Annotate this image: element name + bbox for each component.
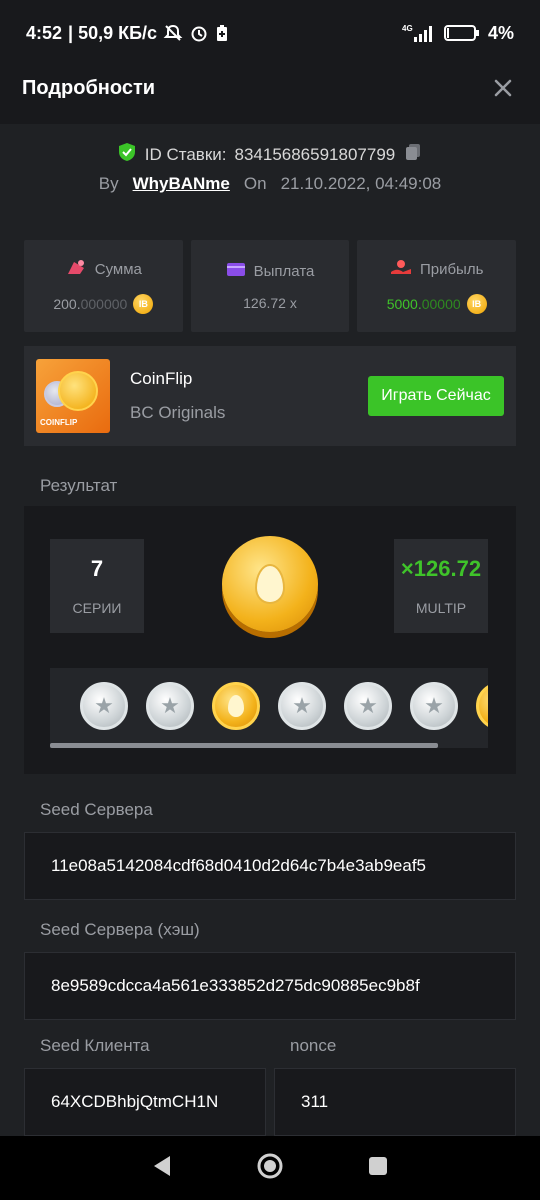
battery-saver-icon xyxy=(215,23,229,43)
hand-coin-icon xyxy=(390,258,412,280)
copy-icon[interactable] xyxy=(403,142,423,167)
battery-icon xyxy=(443,24,480,42)
battery-level: 4% xyxy=(487,22,514,43)
on-label: On xyxy=(243,174,267,193)
gold-coin-icon xyxy=(476,682,488,730)
currency-coin-icon: IB xyxy=(133,294,154,314)
egg-icon xyxy=(255,564,285,604)
money-bag-icon xyxy=(65,258,87,280)
gold-coin-icon xyxy=(212,682,260,730)
bet-id-value: 83415686591807799 xyxy=(234,144,396,164)
wallet-icon xyxy=(226,261,246,281)
nonce-label: nonce xyxy=(290,1036,337,1055)
stat-payout-value: 126.72 x xyxy=(243,295,297,311)
client-seed-field[interactable]: 64XCDBhbjQtmCH1N xyxy=(24,1068,266,1136)
recents-icon[interactable] xyxy=(367,1155,389,1182)
star-icon: ★ xyxy=(292,693,312,718)
system-nav-bar xyxy=(0,1136,540,1200)
stat-amount: Сумма 200.000000 IB xyxy=(24,240,183,332)
server-seed-hash-label: Seed Сервера (хэш) xyxy=(40,920,200,939)
stat-profit-label: Прибыль xyxy=(419,260,484,278)
stat-profit-value: 5000. xyxy=(386,296,422,312)
game-name: CoinFlip xyxy=(130,369,193,388)
game-card: COINFLIP CoinFlip BC Originals Играть Се… xyxy=(24,346,516,446)
stat-profit: Прибыль 5000.00000 IB xyxy=(357,240,517,332)
bet-author-row: By WhyBANme On 21.10.2022, 04:49:08 xyxy=(0,174,540,194)
silver-star-coin-icon: ★ xyxy=(278,682,326,730)
result-panel: 7 СЕРИИ ×126.72 MULTIP ★ ★ ★ ★ ★ xyxy=(24,506,516,774)
stat-amount-label: Сумма xyxy=(94,260,142,278)
silver-star-coin-icon: ★ xyxy=(146,682,194,730)
result-label: Результат xyxy=(40,476,118,495)
stat-payout-label: Выплата xyxy=(253,262,315,280)
silver-star-coin-icon: ★ xyxy=(80,682,128,730)
coin-history-strip[interactable]: ★ ★ ★ ★ ★ xyxy=(50,668,488,748)
close-icon[interactable] xyxy=(488,73,518,103)
server-seed-field[interactable]: 11e08a5142084cdf68d0410d2d64c7b4e3ab9eaf… xyxy=(24,832,516,900)
silver-star-coin-icon: ★ xyxy=(344,682,392,730)
server-seed-hash-field[interactable]: 8e9589cdcca4a561e333852d275dc90885ec9b8f xyxy=(24,952,516,1020)
home-icon[interactable] xyxy=(256,1152,284,1185)
modal-title: Подробности xyxy=(22,76,156,99)
bet-datetime: 21.10.2022, 04:49:08 xyxy=(280,174,442,193)
bet-id-label: ID Ставки: xyxy=(144,144,227,164)
server-seed-label: Seed Сервера xyxy=(40,800,153,819)
series-label: СЕРИИ xyxy=(72,600,122,616)
currency-coin-icon: IB xyxy=(466,294,487,314)
stat-amount-decimals: 000000 xyxy=(80,296,128,312)
modal-header: Подробности xyxy=(0,52,540,124)
username-link[interactable]: WhyBANme xyxy=(133,174,230,194)
star-icon: ★ xyxy=(358,693,378,718)
egg-icon xyxy=(228,695,244,717)
star-icon: ★ xyxy=(94,693,114,718)
alarm-icon xyxy=(189,23,209,43)
game-thumbnail[interactable]: COINFLIP xyxy=(36,359,110,433)
by-label: By xyxy=(98,174,119,193)
star-icon: ★ xyxy=(424,693,444,718)
stat-profit-decimals: 00000 xyxy=(421,296,461,312)
result-gold-coin-icon xyxy=(222,536,318,632)
bet-id-row: ID Ставки: 83415686591807799 xyxy=(0,142,540,167)
series-value: 7 xyxy=(90,556,104,581)
stat-amount-value: 200. xyxy=(53,296,81,312)
series-card: 7 СЕРИИ xyxy=(50,539,144,633)
client-seed-label: Seed Клиента xyxy=(40,1036,150,1055)
multiplier-value: ×126.72 xyxy=(400,556,482,581)
status-time: 4:52 xyxy=(26,22,63,43)
back-icon[interactable] xyxy=(151,1154,173,1183)
multiplier-label: MULTIP xyxy=(415,600,467,616)
coin-history-list: ★ ★ ★ ★ ★ xyxy=(80,682,488,730)
bet-details-content: ID Ставки: 83415686591807799 By WhyBANme… xyxy=(0,124,540,1136)
play-now-button[interactable]: Играть Сейчас xyxy=(368,376,504,416)
nonce-field[interactable]: 311 xyxy=(274,1068,516,1136)
verified-shield-icon xyxy=(117,142,137,167)
signal-icon: 4G xyxy=(402,23,436,43)
game-thumbnail-label: COINFLIP xyxy=(40,418,78,427)
horizontal-scrollbar[interactable] xyxy=(50,743,438,748)
star-icon: ★ xyxy=(160,693,180,718)
multiplier-card: ×126.72 MULTIP xyxy=(394,539,488,633)
silver-star-coin-icon: ★ xyxy=(410,682,458,730)
stat-payout: Выплата 126.72 x xyxy=(190,240,350,332)
game-provider: BC Originals xyxy=(130,403,226,422)
bell-off-icon xyxy=(163,23,183,43)
gold-coin-icon xyxy=(58,371,98,411)
status-speed: | 50,9 КБ/с xyxy=(68,22,158,43)
network-label: 4G xyxy=(402,24,413,33)
bet-stats: Сумма 200.000000 IB Выплата 126.72 x При… xyxy=(24,240,517,332)
